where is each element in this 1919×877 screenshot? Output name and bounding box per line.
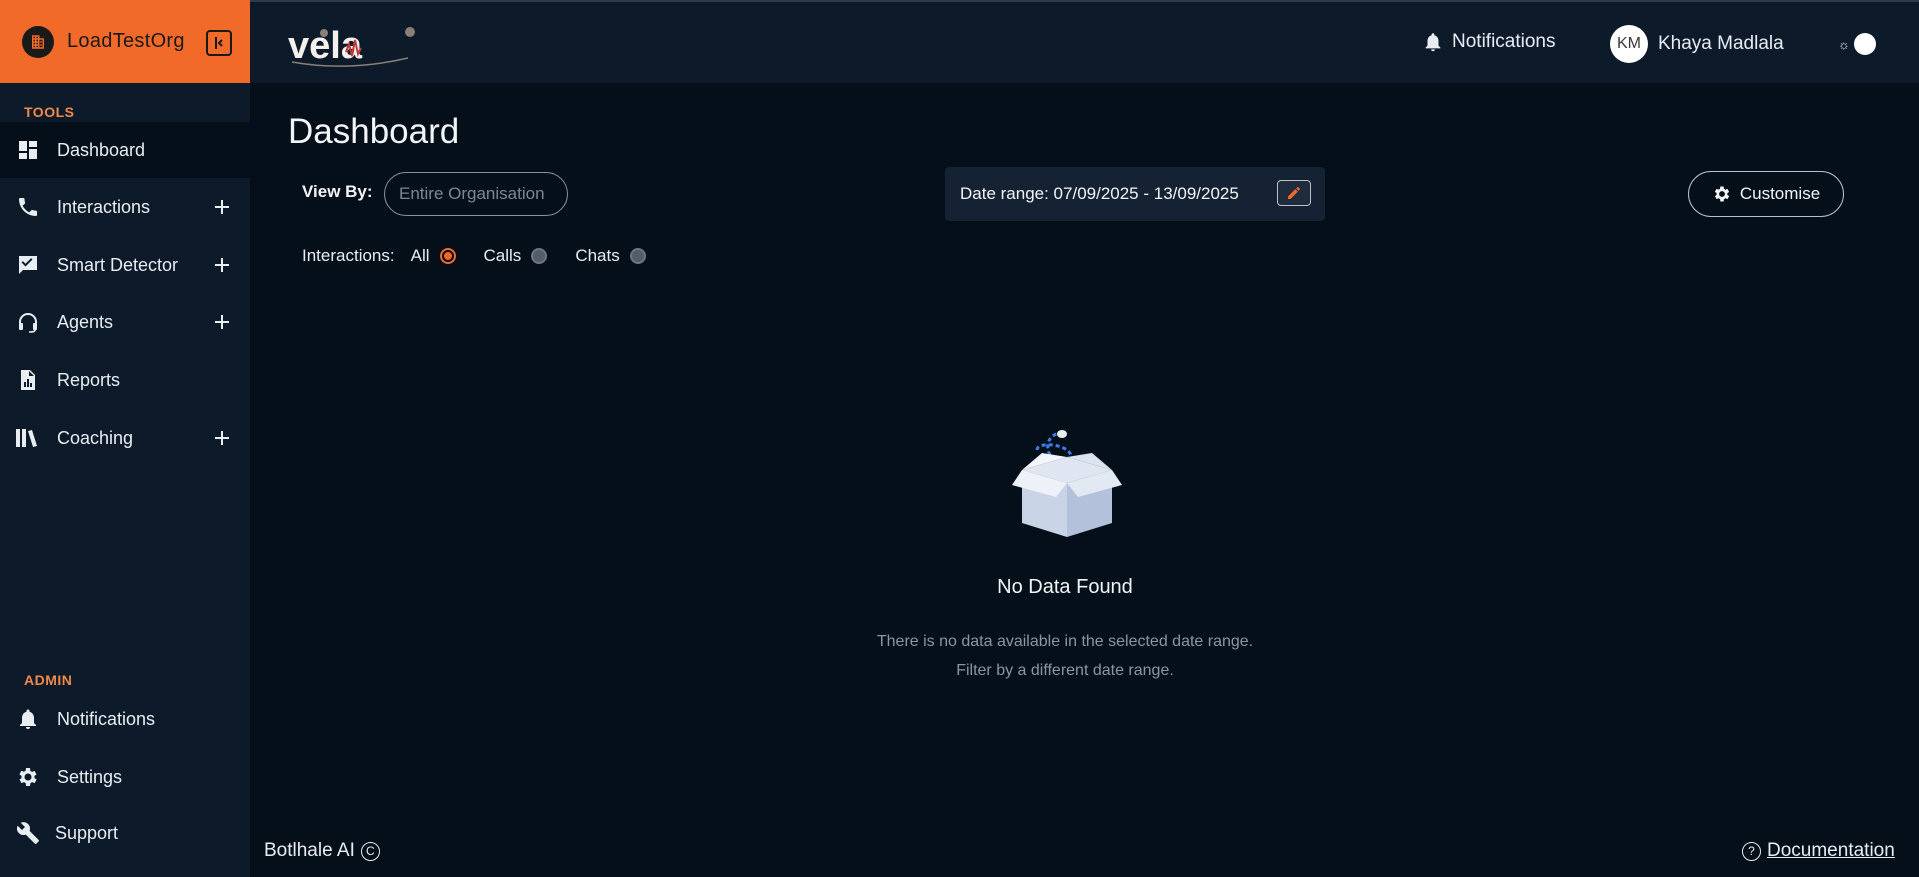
- phone-icon: [14, 193, 42, 221]
- customise-button[interactable]: Customise: [1688, 171, 1844, 217]
- sidebar-item-label: Reports: [57, 369, 121, 390]
- empty-state-title: No Data Found: [997, 576, 1133, 598]
- footer-brand: Botlhale AI C: [264, 840, 380, 862]
- radio-calls[interactable]: [531, 248, 548, 264]
- help-icon: ?: [1742, 841, 1761, 861]
- sidebar-item-notifications[interactable]: Notifications: [0, 691, 250, 747]
- sidebar-item-label: Support: [55, 822, 119, 843]
- user-menu[interactable]: KM Khaya Madlala: [1610, 25, 1784, 63]
- sidebar-item-smart-detector[interactable]: Smart Detector: [0, 237, 250, 293]
- filter-all[interactable]: All: [411, 246, 456, 266]
- collapse-sidebar-button[interactable]: [206, 30, 232, 56]
- sidebar-item-interactions[interactable]: Interactions: [0, 179, 250, 235]
- headset-icon: [14, 308, 42, 336]
- interaction-filters: Interactions: All Calls Chats: [302, 246, 674, 266]
- view-by-label: View By:: [302, 182, 373, 201]
- tools-section-label: TOOLS: [24, 104, 75, 120]
- sidebar-item-dashboard[interactable]: Dashboard: [0, 122, 250, 178]
- bell-icon: [1425, 33, 1441, 52]
- edit-date-range-button[interactable]: [1277, 180, 1311, 206]
- page-title: Dashboard: [288, 112, 460, 151]
- documentation-link[interactable]: Documentation: [1767, 840, 1895, 862]
- filter-chats[interactable]: Chats: [575, 246, 646, 266]
- dashboard-icon: [14, 136, 42, 164]
- notifications-button[interactable]: Notifications: [1422, 30, 1556, 54]
- user-name: Khaya Madlala: [1658, 33, 1784, 54]
- sidebar-item-support[interactable]: Support: [0, 805, 250, 861]
- sidebar-item-settings[interactable]: Settings: [0, 749, 250, 805]
- filter-option-label: Chats: [575, 246, 620, 265]
- sidebar-item-agents[interactable]: Agents: [0, 294, 250, 350]
- radio-all[interactable]: [439, 248, 456, 264]
- sidebar-item-label: Settings: [57, 766, 123, 787]
- date-range-picker: Date range: 07/09/2025 - 13/09/2025: [945, 167, 1325, 221]
- gear-icon: [1714, 186, 1730, 202]
- building-icon: [22, 25, 54, 58]
- plus-icon[interactable]: [212, 197, 232, 217]
- toggle-knob: [1853, 33, 1876, 55]
- pencil-icon: [1288, 187, 1300, 199]
- report-icon: [14, 366, 42, 394]
- sidebar-item-label: Coaching: [57, 427, 134, 448]
- sidebar-item-label: Agents: [57, 311, 114, 332]
- sun-icon: ☼: [1838, 36, 1850, 52]
- books-icon: [14, 424, 42, 452]
- filter-option-label: All: [410, 246, 430, 265]
- avatar: KM: [1610, 25, 1648, 63]
- plus-icon[interactable]: [212, 312, 232, 332]
- admin-section-label: ADMIN: [24, 672, 73, 688]
- sidebar: LoadTestOrg TOOLS Dashboard Interactions…: [0, 0, 250, 877]
- bell-icon: [14, 705, 42, 733]
- gear-icon: [14, 763, 42, 791]
- wrench-icon: [14, 819, 42, 847]
- sidebar-item-label: Interactions: [57, 196, 151, 217]
- brand-name: Botlhale AI: [264, 840, 355, 861]
- sidebar-item-label: Dashboard: [57, 139, 146, 160]
- filter-option-label: Calls: [483, 246, 522, 265]
- filter-calls[interactable]: Calls: [484, 246, 548, 266]
- check-chart-icon: [14, 251, 42, 279]
- empty-state-description: There is no data available in the select…: [876, 633, 1254, 679]
- copyright-icon: C: [360, 841, 380, 861]
- plus-icon[interactable]: [212, 255, 232, 275]
- org-name: LoadTestOrg: [67, 30, 185, 52]
- empty-box-icon: [1012, 430, 1122, 537]
- vela-logo: vela: [288, 22, 418, 68]
- topbar: vela Notifications KM Khaya Madlala ☼: [250, 0, 1919, 83]
- date-range-label: Date range: 07/09/2025 - 13/09/2025: [960, 184, 1239, 203]
- interactions-filter-label: Interactions:: [302, 246, 395, 265]
- org-header: LoadTestOrg: [0, 0, 250, 83]
- radio-chats[interactable]: [629, 248, 646, 264]
- documentation-link-container: ? Documentation: [1742, 840, 1895, 862]
- sidebar-item-reports[interactable]: Reports: [0, 352, 250, 408]
- sidebar-item-label: Notifications: [57, 708, 156, 729]
- theme-toggle[interactable]: ☼: [1838, 33, 1876, 55]
- chevron-left-icon: [215, 37, 223, 49]
- notifications-label: Notifications: [1452, 31, 1556, 52]
- plus-icon[interactable]: [212, 428, 232, 448]
- view-by-select[interactable]: [384, 172, 568, 216]
- customise-label: Customise: [1739, 184, 1821, 203]
- sidebar-item-coaching[interactable]: Coaching: [0, 410, 250, 466]
- sidebar-item-label: Smart Detector: [57, 254, 179, 275]
